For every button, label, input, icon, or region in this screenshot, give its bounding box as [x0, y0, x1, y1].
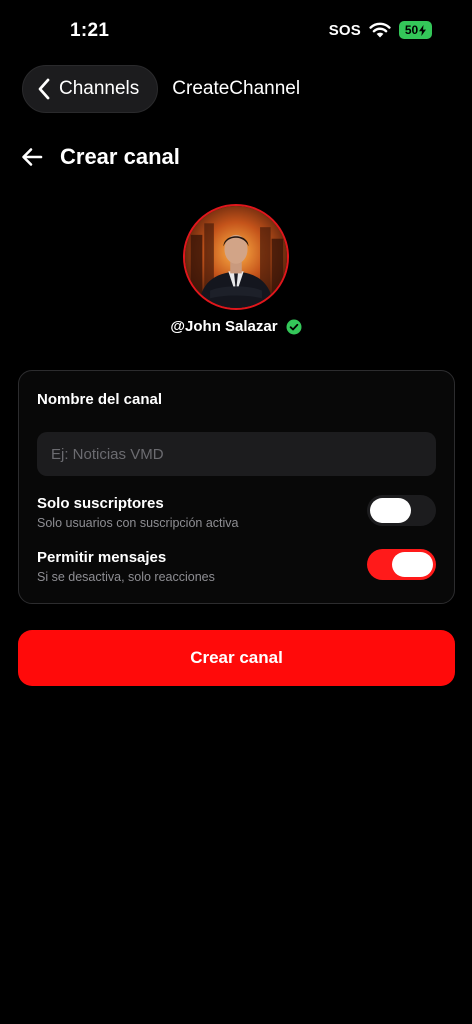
- subscribers-only-toggle[interactable]: [367, 495, 436, 526]
- channel-avatar[interactable]: [183, 204, 289, 310]
- wifi-icon: [369, 22, 391, 38]
- user-handle: @John Salazar: [170, 318, 278, 335]
- status-indicators: SOS 50: [329, 21, 432, 39]
- toggle-knob: [370, 498, 411, 523]
- page-header: Crear canal: [20, 143, 180, 171]
- nav-title: CreateChannel: [172, 78, 301, 99]
- channel-name-label: Nombre del canal: [37, 391, 163, 408]
- channel-form-card: Nombre del canal Solo suscriptores Solo …: [18, 370, 455, 604]
- chevron-left-icon: [38, 78, 50, 100]
- battery-level: 50: [404, 23, 419, 37]
- avatar-photo: [185, 206, 287, 308]
- toggle-title: Solo suscriptores: [37, 495, 164, 512]
- status-bar: 1:21 SOS 50: [0, 0, 472, 60]
- channel-name-input[interactable]: [37, 432, 436, 476]
- create-channel-button-label: Crear canal: [190, 648, 283, 667]
- user-row: @John Salazar: [0, 318, 472, 335]
- toggle-subtitle: Solo usuarios con suscripción activa: [37, 516, 239, 530]
- battery-indicator: 50: [399, 21, 432, 39]
- page-title: Crear canal: [60, 144, 180, 169]
- status-time: 1:21: [70, 20, 110, 41]
- back-button-label: Channels: [59, 78, 140, 99]
- toggle-subtitle: Si se desactiva, solo reacciones: [37, 570, 215, 584]
- toggle-title: Permitir mensajes: [37, 549, 167, 566]
- toggle-row-subscribers-only: Solo suscriptores Solo usuarios con susc…: [37, 495, 436, 531]
- toggle-row-allow-messages: Permitir mensajes Si se desactiva, solo …: [37, 549, 436, 585]
- toggle-knob: [392, 552, 433, 577]
- battery-bolt-icon: [419, 24, 427, 36]
- allow-messages-toggle[interactable]: [367, 549, 436, 580]
- navigation-header: Channels CreateChannel: [22, 65, 472, 113]
- sos-indicator: SOS: [328, 21, 361, 39]
- verified-check-icon: [286, 319, 302, 334]
- create-channel-button[interactable]: Crear canal: [18, 630, 455, 686]
- back-to-channels-button[interactable]: Channels: [22, 65, 159, 113]
- arrow-left-icon[interactable]: [20, 145, 44, 169]
